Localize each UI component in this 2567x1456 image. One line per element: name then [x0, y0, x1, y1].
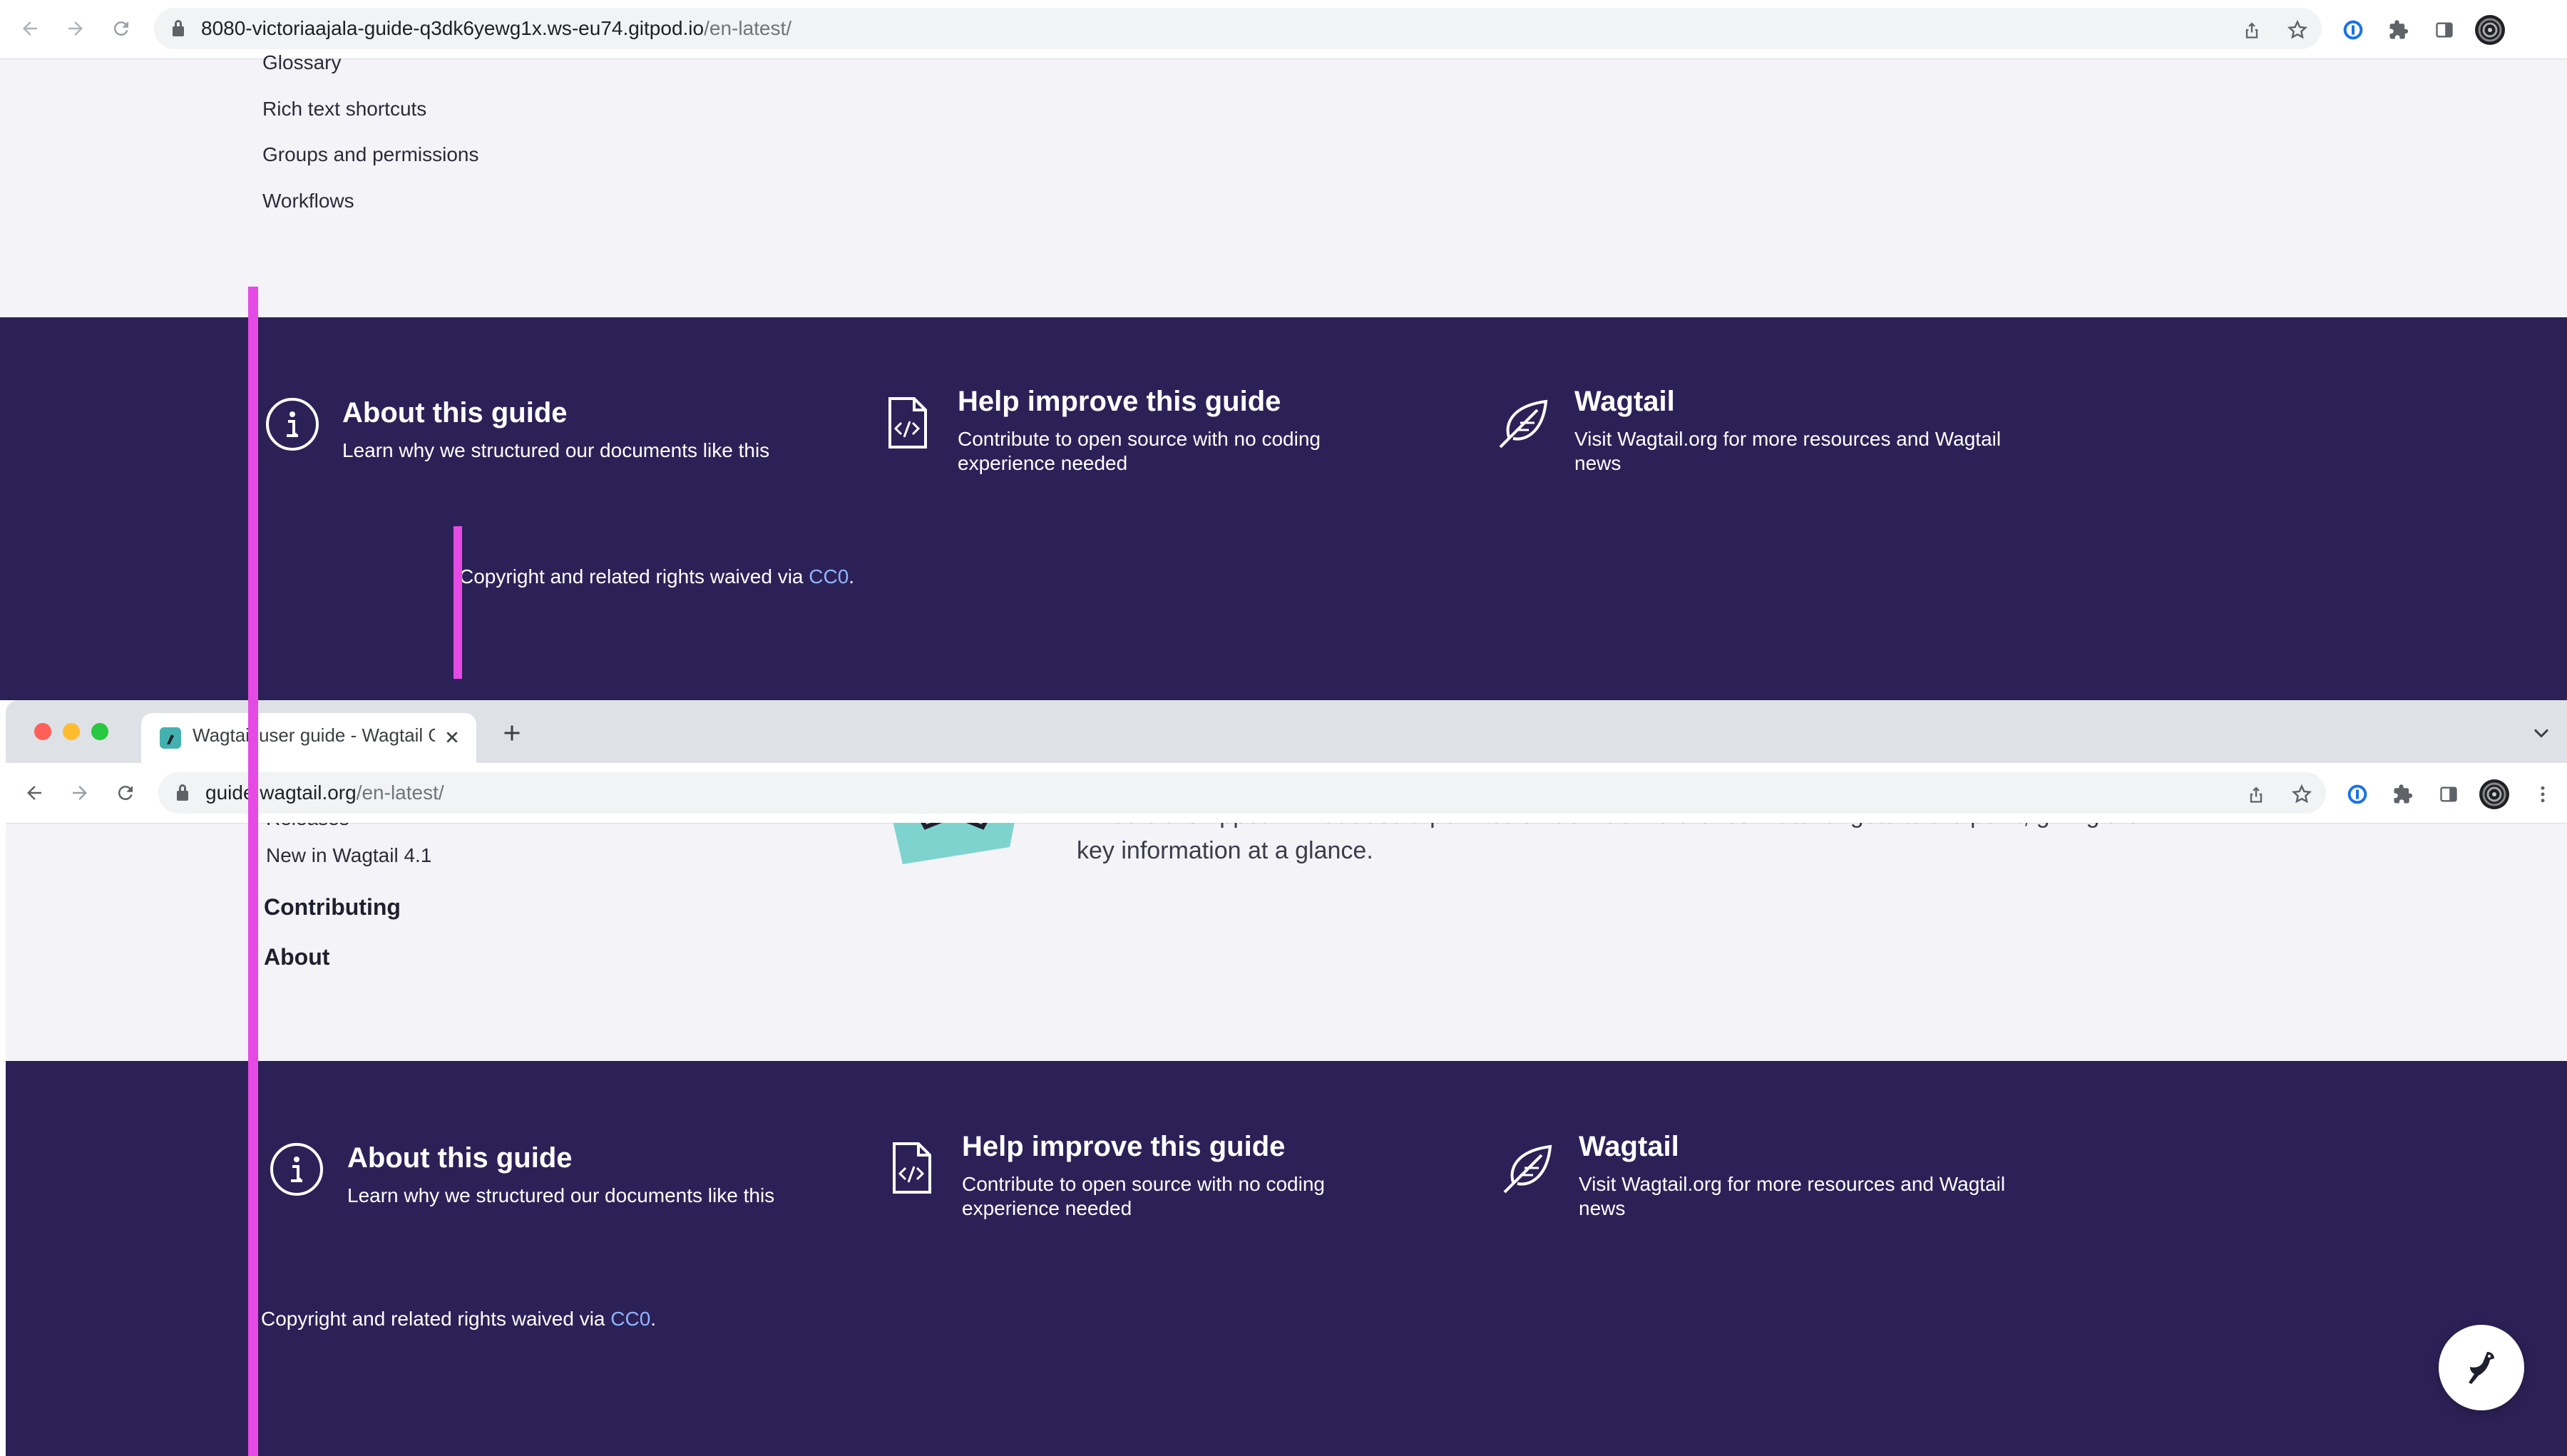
vertical-marker-line: [248, 287, 258, 1456]
info-icon: [268, 1141, 325, 1198]
bottom-browser-toolbar: guide.wagtail.org/en-latest/: [6, 763, 2567, 824]
background-browser-window: 8080-victoriaajala-guide-q3dk6yewg1x.ws-…: [0, 0, 2567, 700]
footer-about-subtitle: Learn why we structured our documents li…: [342, 439, 770, 461]
reload-icon[interactable]: [111, 779, 140, 807]
foreground-browser-window: Wagtail user guide - Wagtail Guide guide…: [6, 700, 2567, 1456]
bottom-url-path: /en-latest/: [356, 781, 444, 804]
short-marker-line: [454, 526, 462, 679]
code-file-icon: [883, 1139, 940, 1196]
footer-about-subtitle: Learn why we structured our documents li…: [347, 1184, 775, 1206]
top-address-bar[interactable]: 8080-victoriaajala-guide-q3dk6yewg1x.ws-…: [154, 8, 2322, 49]
sidebar-link-releases[interactable]: Releases: [266, 823, 349, 830]
info-icon: [264, 396, 321, 453]
page-content: Releases New in Wagtail 4.1 Contributing…: [6, 823, 2567, 1061]
active-tab[interactable]: Wagtail user guide - Wagtail Guide: [141, 713, 476, 763]
footer-copyright: Copyright and related rights waived via …: [459, 565, 854, 588]
sidebar-link-workflows[interactable]: Workflows: [262, 190, 354, 212]
side-panel-icon[interactable]: [2430, 16, 2459, 44]
footer-wagtail-subtitle: Visit Wagtail.org for more resources and…: [1574, 428, 2002, 474]
close-window-button[interactable]: [34, 723, 51, 740]
tab-close-icon[interactable]: [441, 726, 463, 749]
footer-copyright: Copyright and related rights waived via …: [261, 1308, 656, 1331]
wagtail-favicon-icon: [160, 727, 181, 749]
password-manager-icon[interactable]: [2343, 780, 2372, 809]
forward-arrow-icon[interactable]: [66, 779, 94, 807]
cc0-link[interactable]: CC0: [610, 1308, 650, 1330]
bottom-address-bar[interactable]: guide.wagtail.org/en-latest/: [158, 772, 2326, 814]
bottom-site-footer: About this guide Learn why we structured…: [6, 1061, 2567, 1456]
copyright-text: Copyright and related rights waived via: [261, 1308, 611, 1330]
side-panel-icon[interactable]: [2434, 780, 2463, 809]
new-tab-icon[interactable]: [499, 720, 525, 746]
extensions-icon[interactable]: [2384, 16, 2413, 44]
bottom-url-host: guide.wagtail.org: [205, 781, 357, 804]
minimize-window-button[interactable]: [63, 723, 80, 740]
wagtail-bird-icon: [2469, 1352, 2494, 1384]
tab-title: Wagtail user guide - Wagtail Guide: [193, 724, 435, 746]
reference-illustration: [883, 823, 1025, 866]
top-url-host: 8080-victoriaajala-guide-q3dk6yewg1x.ws-…: [201, 17, 704, 39]
code-file-icon: [878, 394, 936, 451]
profile-avatar-icon[interactable]: [2479, 779, 2510, 810]
password-manager-icon[interactable]: [2339, 16, 2367, 44]
footer-about-title[interactable]: About this guide: [342, 397, 568, 429]
lock-icon: [173, 20, 184, 36]
sidebar-link-rich-text-shortcuts[interactable]: Rich text shortcuts: [262, 98, 426, 121]
back-arrow-icon[interactable]: [16, 14, 44, 43]
sidebar-heading-contributing[interactable]: Contributing: [264, 894, 401, 921]
cc0-link[interactable]: CC0: [809, 565, 849, 588]
reload-icon[interactable]: [107, 14, 135, 43]
forward-arrow-icon[interactable]: [61, 14, 90, 43]
copyright-text: Copyright and related rights waived via: [459, 565, 809, 588]
copyright-period: .: [650, 1308, 657, 1330]
extensions-icon[interactable]: [2389, 780, 2417, 809]
share-icon[interactable]: [2238, 16, 2266, 44]
sidebar-link-groups-and-permissions[interactable]: Groups and permissions: [262, 143, 478, 166]
maximize-window-button[interactable]: [91, 723, 108, 740]
profile-avatar-icon[interactable]: [2474, 14, 2506, 46]
feather-icon: [1495, 394, 1552, 451]
reference-intro-text: What is a Snippet? What does a permissio…: [1077, 823, 2140, 864]
copyright-period: .: [849, 565, 855, 588]
star-icon[interactable]: [2283, 16, 2312, 44]
sidebar-heading-about[interactable]: About: [264, 944, 329, 970]
kebab-menu-icon[interactable]: [2528, 780, 2557, 809]
tab-list-icon[interactable]: [2528, 720, 2554, 746]
wagtail-bird-button[interactable]: [2439, 1325, 2524, 1410]
star-icon[interactable]: [2287, 780, 2316, 809]
lock-icon: [177, 784, 188, 801]
back-arrow-icon[interactable]: [20, 779, 48, 807]
footer-help-title[interactable]: Help improve this guide: [958, 386, 1281, 418]
footer-about-title[interactable]: About this guide: [347, 1142, 573, 1174]
footer-wagtail-subtitle: Visit Wagtail.org for more resources and…: [1579, 1173, 2006, 1219]
sidebar-link-new-in-wagtail[interactable]: New in Wagtail 4.1: [266, 844, 431, 867]
top-site-footer: About this guide Learn why we structured…: [0, 317, 2567, 700]
sidebar-link-glossary[interactable]: Glossary: [262, 51, 341, 74]
footer-help-title[interactable]: Help improve this guide: [962, 1131, 1285, 1163]
footer-help-subtitle: Contribute to open source with no coding…: [962, 1173, 1325, 1219]
share-icon[interactable]: [2242, 780, 2270, 809]
footer-help-subtitle: Contribute to open source with no coding…: [958, 428, 1321, 474]
top-browser-toolbar: 8080-victoriaajala-guide-q3dk6yewg1x.ws-…: [0, 0, 2567, 59]
feather-icon: [1499, 1139, 1556, 1196]
footer-wagtail-title[interactable]: Wagtail: [1574, 386, 1675, 418]
tab-strip: Wagtail user guide - Wagtail Guide: [6, 700, 2567, 763]
top-url-path: /en-latest/: [704, 17, 792, 39]
footer-wagtail-title[interactable]: Wagtail: [1579, 1131, 1679, 1163]
